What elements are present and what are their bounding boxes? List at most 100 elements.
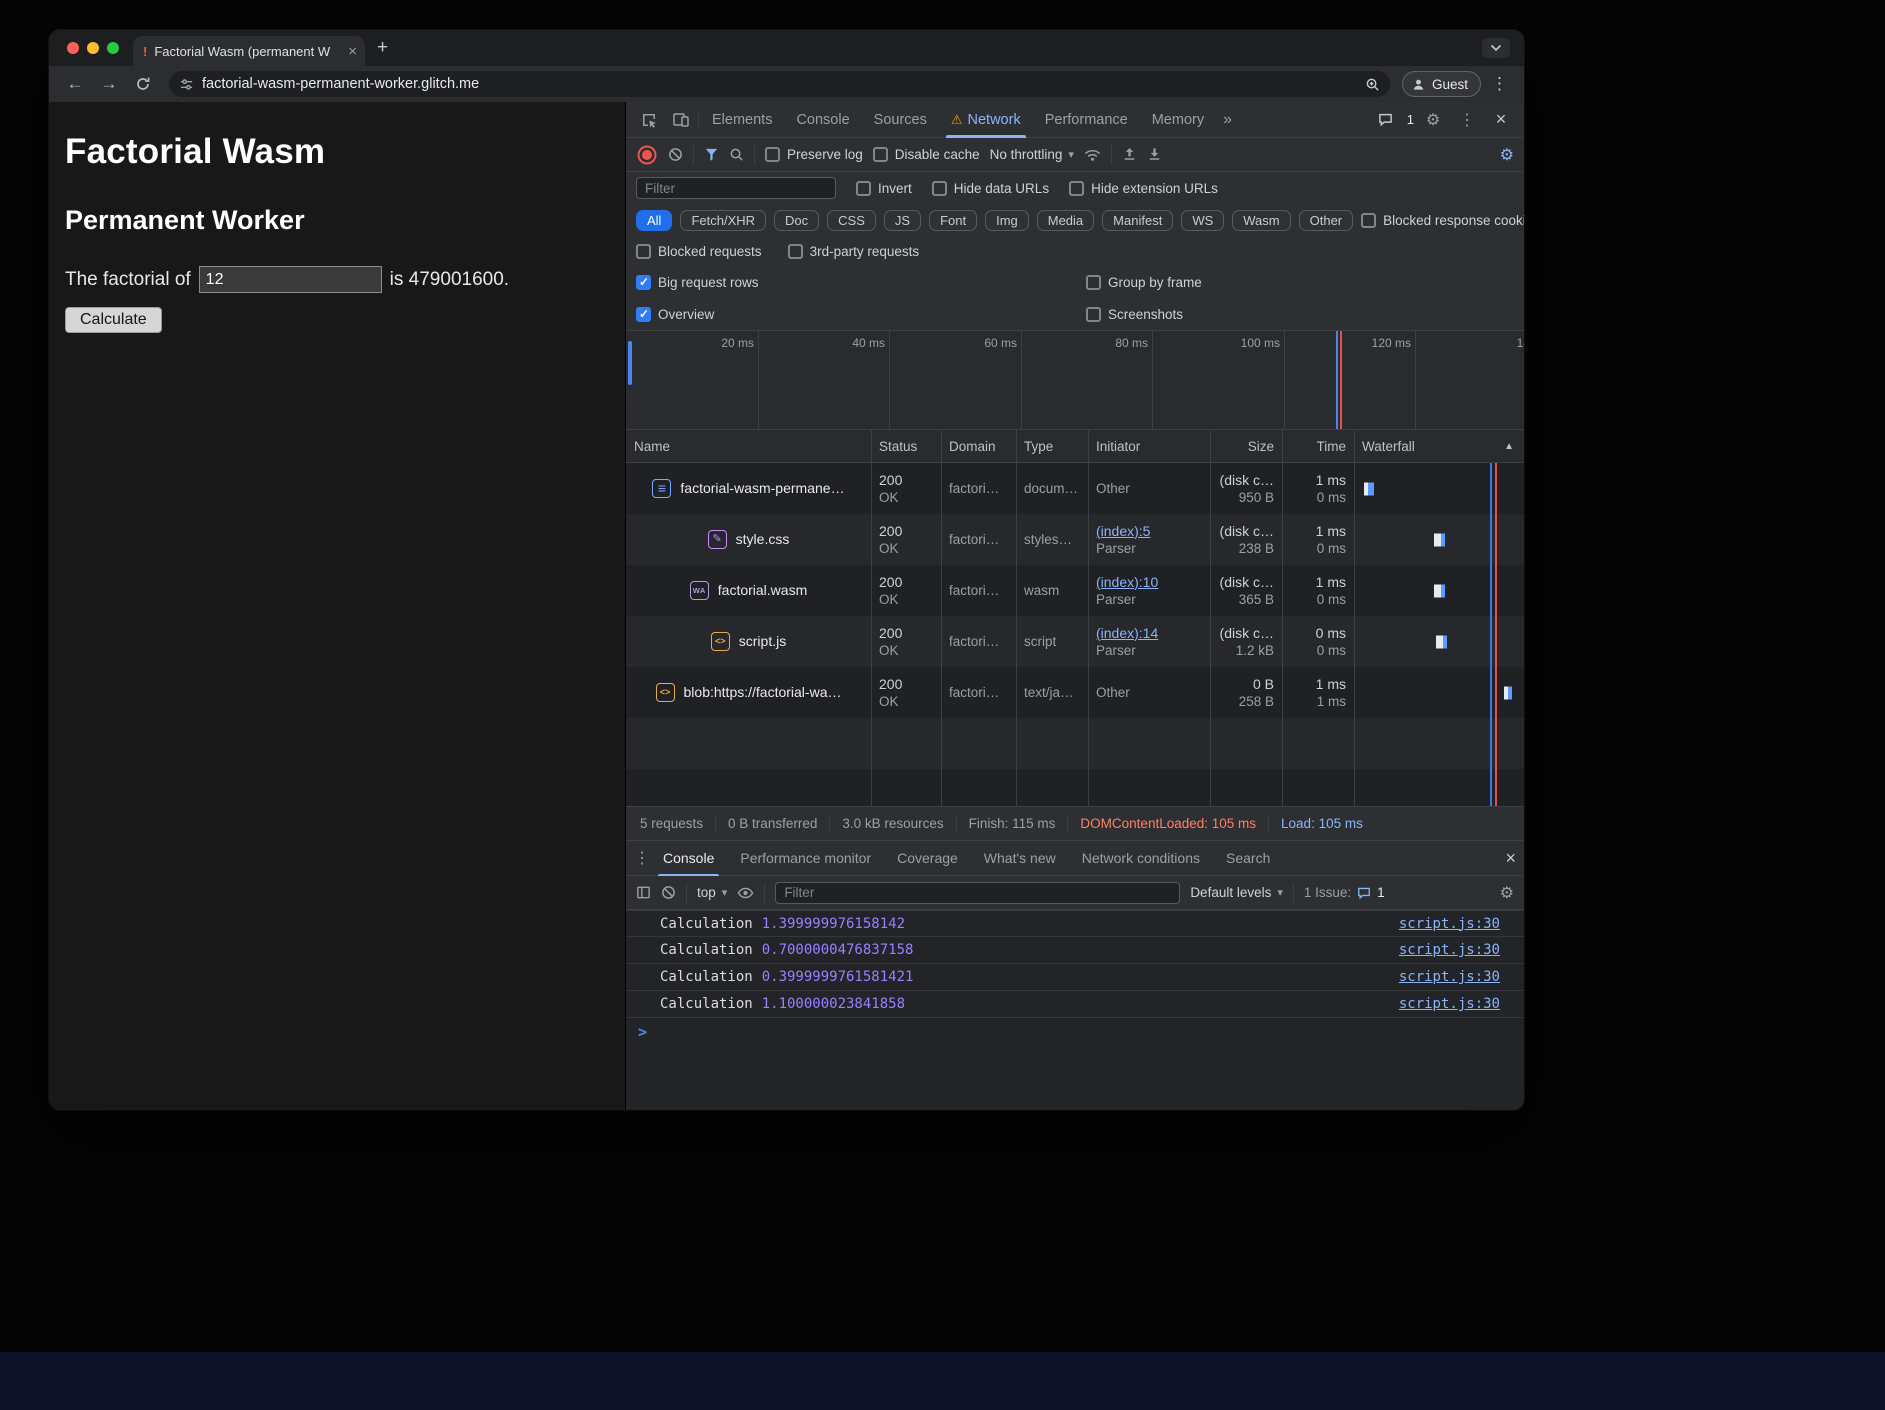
settings-gear-icon[interactable]: ⚙ (1418, 106, 1448, 134)
browser-menu-button[interactable]: ⋮ (1487, 74, 1512, 94)
tab-memory[interactable]: Memory (1141, 102, 1215, 138)
overview-selection-handle[interactable] (628, 341, 632, 385)
issues-counter[interactable]: 1 Issue: 1 (1304, 885, 1385, 900)
initiator-link[interactable]: (index):5 (1096, 522, 1202, 540)
chip-media[interactable]: Media (1037, 210, 1094, 231)
source-link[interactable]: script.js:30 (1399, 916, 1500, 932)
filter-funnel-icon[interactable] (704, 147, 719, 162)
tab-close-icon[interactable]: × (348, 44, 357, 59)
minimize-window-button[interactable] (87, 42, 99, 54)
chip-font[interactable]: Font (929, 210, 977, 231)
chip-js[interactable]: JS (884, 210, 921, 231)
col-time[interactable]: Time (1282, 430, 1354, 462)
tab-search-button[interactable] (1482, 38, 1510, 58)
request-row-stylesheet[interactable]: ✎ style.css 200OK factori… styles… (inde… (626, 514, 1524, 565)
col-size[interactable]: Size (1210, 430, 1282, 462)
network-overview-timeline[interactable]: 20 ms 40 ms 60 ms 80 ms 100 ms 120 ms 14… (626, 330, 1524, 430)
col-status[interactable]: Status (871, 430, 941, 462)
col-waterfall[interactable]: Waterfall ▲ (1354, 430, 1524, 462)
checkbox[interactable] (932, 181, 947, 196)
disable-cache-checkbox[interactable]: Disable cache (873, 147, 980, 162)
console-filter-input[interactable] (775, 882, 1180, 904)
drawer-tab-search[interactable]: Search (1213, 840, 1283, 876)
drawer-tab-coverage[interactable]: Coverage (884, 840, 971, 876)
hide-data-urls-checkbox[interactable]: Hide data URLs (932, 181, 1049, 196)
checkbox[interactable] (1086, 307, 1101, 322)
chip-wasm[interactable]: Wasm (1232, 210, 1290, 231)
context-selector[interactable]: top ▾ (697, 885, 727, 900)
checkbox[interactable] (1069, 181, 1084, 196)
initiator-link[interactable]: (index):14 (1096, 624, 1202, 642)
chip-ws[interactable]: WS (1181, 210, 1224, 231)
drawer-tab-console[interactable]: Console (650, 840, 727, 876)
group-by-frame-checkbox[interactable]: Group by frame (1086, 275, 1202, 290)
close-devtools-icon[interactable]: × (1486, 106, 1516, 134)
console-message[interactable]: Calculation 1.100000023841858 script.js:… (626, 991, 1524, 1018)
chip-other[interactable]: Other (1299, 210, 1354, 231)
reload-button[interactable] (129, 70, 157, 98)
blocked-requests-checkbox[interactable]: Blocked requests (636, 244, 762, 259)
big-request-rows-checkbox[interactable]: Big request rows (636, 275, 1086, 290)
chip-doc[interactable]: Doc (774, 210, 819, 231)
checkbox[interactable] (1361, 213, 1376, 228)
third-party-requests-checkbox[interactable]: 3rd-party requests (788, 244, 920, 259)
search-icon[interactable] (729, 147, 744, 162)
tab-performance[interactable]: Performance (1034, 102, 1139, 138)
forward-button[interactable]: → (95, 70, 123, 98)
address-bar[interactable]: factorial-wasm-permanent-worker.glitch.m… (169, 71, 1390, 97)
console-message[interactable]: Calculation 1.399999976158142 script.js:… (626, 910, 1524, 937)
col-domain[interactable]: Domain (941, 430, 1016, 462)
console-settings-gear-icon[interactable]: ⚙ (1500, 883, 1514, 903)
chip-fetch-xhr[interactable]: Fetch/XHR (680, 210, 766, 231)
checkbox[interactable] (856, 181, 871, 196)
request-row-document[interactable]: ≡ factorial-wasm-permane… 200OK factori…… (626, 463, 1524, 514)
close-window-button[interactable] (67, 42, 79, 54)
clear-console-icon[interactable] (661, 885, 676, 900)
close-drawer-icon[interactable]: × (1505, 848, 1516, 869)
issues-bubble-icon[interactable] (1371, 106, 1401, 134)
chip-all[interactable]: All (636, 210, 672, 231)
browser-tab[interactable]: ! Factorial Wasm (permanent W × (133, 36, 365, 66)
request-row-blob[interactable]: <> blob:https://factorial-wa… 200OK fact… (626, 667, 1524, 718)
console-message[interactable]: Calculation 0.7000000476837158 script.js… (626, 937, 1524, 964)
inspect-element-icon[interactable] (634, 106, 664, 134)
col-initiator[interactable]: Initiator (1088, 430, 1210, 462)
maximize-window-button[interactable] (107, 42, 119, 54)
drawer-tab-network-conditions[interactable]: Network conditions (1069, 840, 1213, 876)
more-tabs-button[interactable]: » (1217, 111, 1238, 129)
tab-sources[interactable]: Sources (863, 102, 938, 138)
record-button[interactable] (642, 150, 652, 160)
calculate-button[interactable]: Calculate (65, 307, 162, 333)
overview-checkbox[interactable]: Overview (636, 307, 1086, 322)
hide-extension-urls-checkbox[interactable]: Hide extension URLs (1069, 181, 1218, 196)
source-link[interactable]: script.js:30 (1399, 942, 1500, 958)
live-expression-eye-icon[interactable] (737, 887, 754, 899)
request-row-wasm[interactable]: WA factorial.wasm 200OK factori… wasm (i… (626, 565, 1524, 616)
console-sidebar-icon[interactable] (636, 885, 651, 900)
chip-img[interactable]: Img (985, 210, 1029, 231)
checkbox[interactable] (1086, 275, 1101, 290)
checkbox[interactable] (765, 147, 780, 162)
new-tab-button[interactable]: + (377, 37, 388, 59)
blocked-response-cookies-checkbox[interactable]: Blocked response cookies (1361, 213, 1524, 228)
checkbox-checked[interactable] (636, 307, 651, 322)
checkbox[interactable] (873, 147, 888, 162)
col-type[interactable]: Type (1016, 430, 1088, 462)
tab-console[interactable]: Console (785, 102, 860, 138)
drawer-tab-performance-monitor[interactable]: Performance monitor (727, 840, 884, 876)
source-link[interactable]: script.js:30 (1399, 969, 1500, 985)
drawer-tab-whats-new[interactable]: What's new (971, 840, 1069, 876)
invert-checkbox[interactable]: Invert (856, 181, 912, 196)
checkbox-checked[interactable] (636, 275, 651, 290)
site-settings-icon[interactable] (179, 77, 194, 92)
factorial-input[interactable] (199, 266, 382, 293)
chip-css[interactable]: CSS (827, 210, 876, 231)
console-prompt[interactable]: > (626, 1018, 1524, 1045)
import-har-icon[interactable] (1122, 147, 1137, 162)
profile-button[interactable]: Guest (1402, 71, 1481, 97)
checkbox[interactable] (636, 244, 651, 259)
col-name[interactable]: Name (626, 430, 871, 462)
tab-elements[interactable]: Elements (701, 102, 783, 138)
device-toolbar-icon[interactable] (666, 106, 696, 134)
tab-network[interactable]: ⚠ Network (940, 102, 1032, 138)
